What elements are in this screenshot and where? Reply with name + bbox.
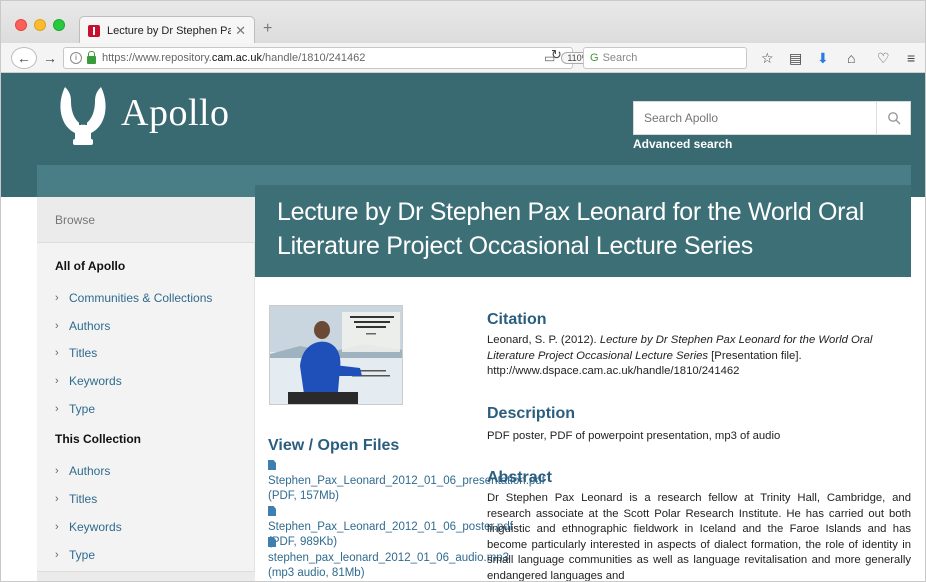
file-link-audio[interactable]: stephen_pax_leonard_2012_01_06_audio.mp3… xyxy=(268,536,509,581)
citation-text: Leonard, S. P. (2012). Lecture by Dr Ste… xyxy=(487,333,911,380)
search-icon xyxy=(887,112,900,125)
browser-tab[interactable]: Lecture by Dr Stephen Pax Le ✕ xyxy=(79,16,255,44)
arrow-right-icon: → xyxy=(43,50,57,66)
url-host: cam.ac.uk xyxy=(211,52,262,64)
info-icon[interactable]: i xyxy=(70,52,82,64)
site-search-input[interactable] xyxy=(634,102,878,134)
browser-window: Lecture by Dr Stephen Pax Le ✕ + ← → i h… xyxy=(0,0,926,582)
chevron-right-icon: › xyxy=(55,320,59,332)
download-icon[interactable]: ⬇ xyxy=(817,50,829,67)
file-icon xyxy=(268,506,276,516)
reload-icon[interactable]: ↻ xyxy=(551,47,562,63)
sidebar-item-label: Keywords xyxy=(69,374,122,388)
menu-icon[interactable]: ≡ xyxy=(907,50,915,66)
close-window-button[interactable] xyxy=(15,19,27,31)
chevron-right-icon: › xyxy=(55,493,59,505)
file-icon xyxy=(268,460,276,470)
pocket-icon[interactable]: ♡ xyxy=(877,50,890,67)
url-bar[interactable]: i https://www.repository. cam.ac.uk/handl… xyxy=(63,47,596,69)
url-path: /handle/1810/241462 xyxy=(261,52,366,64)
files-heading: View / Open Files xyxy=(268,437,400,454)
chevron-right-icon: › xyxy=(55,521,59,533)
page-title: Lecture by Dr Stephen Pax Leonard for th… xyxy=(277,198,865,260)
sidebar-item-communities-collections[interactable]: › Communities & Collections xyxy=(55,291,212,305)
chevron-right-icon: › xyxy=(55,292,59,304)
zoom-window-button[interactable] xyxy=(53,19,65,31)
chevron-right-icon: › xyxy=(55,403,59,415)
apollo-lyre-icon[interactable] xyxy=(53,81,113,151)
sidebar-item-type[interactable]: › Type xyxy=(55,402,95,416)
lock-icon xyxy=(87,50,96,64)
site-search xyxy=(633,101,911,135)
poster-image xyxy=(270,306,402,404)
home-icon[interactable]: ⌂ xyxy=(847,50,855,66)
close-tab-icon[interactable]: ✕ xyxy=(235,23,246,39)
sidebar-item-label: Titles xyxy=(69,492,98,506)
bookmarks-list-icon[interactable]: ▤ xyxy=(789,50,802,67)
site-search-button[interactable] xyxy=(876,102,910,134)
sidebar-item-label: Keywords xyxy=(69,520,122,534)
poster-thumbnail[interactable] xyxy=(269,305,403,405)
sidebar-item-collection-authors[interactable]: › Authors xyxy=(55,464,110,478)
back-button[interactable]: ← xyxy=(11,47,37,69)
sidebar: Browse All of Apollo › Communities & Col… xyxy=(37,197,255,581)
sidebar-browse-heading: Browse xyxy=(37,197,255,243)
sidebar-item-label: Titles xyxy=(69,346,98,360)
tab-bar: Lecture by Dr Stephen Pax Le ✕ + xyxy=(1,1,925,44)
file-link-presentation[interactable]: Stephen_Pax_Leonard_2012_01_06_presentat… xyxy=(268,459,545,504)
sidebar-item-keywords[interactable]: › Keywords xyxy=(55,374,122,388)
citation-prefix: Leonard, S. P. (2012). xyxy=(487,334,600,346)
browser-search-input[interactable]: G Search xyxy=(583,47,747,69)
minimize-window-button[interactable] xyxy=(34,19,46,31)
chevron-right-icon: › xyxy=(55,465,59,477)
sidebar-item-label: Type xyxy=(69,548,96,562)
description-heading: Description xyxy=(487,405,576,422)
citation-heading: Citation xyxy=(487,311,547,328)
site-brand[interactable]: Apollo xyxy=(121,91,230,135)
sidebar-item-collection-type[interactable]: › Type xyxy=(55,548,95,562)
file-icon xyxy=(268,537,276,547)
sidebar-item-collection-titles[interactable]: › Titles xyxy=(55,492,97,506)
arrow-left-icon: ← xyxy=(17,50,31,66)
sidebar-item-label: Type xyxy=(69,402,96,416)
sidebar-item-label: Authors xyxy=(69,319,111,333)
sidebar-item-collection-keywords[interactable]: › Keywords xyxy=(55,520,122,534)
browser-search-placeholder: Search xyxy=(602,52,638,64)
chevron-right-icon: › xyxy=(55,347,59,359)
abstract-heading: Abstract xyxy=(487,469,552,486)
navigation-bar: ← → i https://www.repository. cam.ac.uk/h… xyxy=(1,43,925,73)
search-engine-icon: G xyxy=(590,52,599,64)
new-tab-icon[interactable]: + xyxy=(263,20,272,38)
abstract-text: Dr Stephen Pax Leonard is a research fel… xyxy=(487,492,911,582)
description-text: PDF poster, PDF of powerpoint presentati… xyxy=(487,430,781,442)
title-box: Lecture by Dr Stephen Pax Leonard for th… xyxy=(255,185,911,277)
sidebar-item-label: Authors xyxy=(69,464,111,478)
sidebar-item-label: Communities & Collections xyxy=(69,291,213,305)
bookmark-star-icon[interactable]: ☆ xyxy=(761,50,774,67)
cambridge-favicon-icon xyxy=(88,24,100,37)
advanced-search-link[interactable]: Advanced search xyxy=(633,137,732,151)
url-scheme: https://www.repository. xyxy=(102,52,212,64)
chevron-right-icon: › xyxy=(55,549,59,561)
forward-button[interactable]: → xyxy=(43,47,57,69)
sidebar-item-titles[interactable]: › Titles xyxy=(55,346,97,360)
page-content: Apollo Advanced search Lecture by Dr Ste… xyxy=(1,73,925,582)
chevron-right-icon: › xyxy=(55,375,59,387)
sidebar-heading-this-collection: This Collection xyxy=(55,432,142,446)
sidebar-heading-all-of-apollo: All of Apollo xyxy=(55,259,126,273)
sidebar-footer xyxy=(37,571,255,581)
tab-title: Lecture by Dr Stephen Pax Le xyxy=(107,24,231,37)
file-link-text: stephen_pax_leonard_2012_01_06_audio.mp3… xyxy=(268,552,510,579)
sidebar-item-authors[interactable]: › Authors xyxy=(55,319,110,333)
